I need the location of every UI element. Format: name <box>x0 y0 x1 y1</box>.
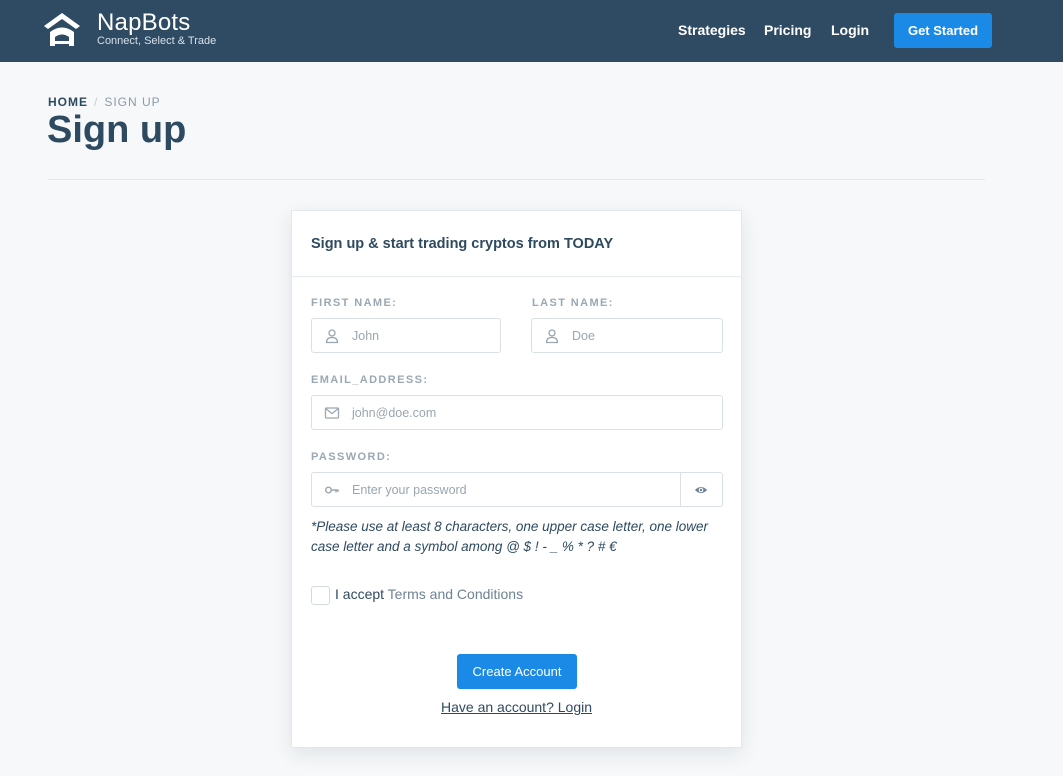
show-password-button[interactable] <box>680 472 723 507</box>
first-name-label: FIRST NAME: <box>311 297 398 309</box>
first-name-placeholder: John <box>352 329 380 343</box>
breadcrumb-current: SIGN UP <box>104 95 161 109</box>
password-hint: *Please use at least 8 characters, one u… <box>311 519 708 554</box>
nav-strategies[interactable]: Strategies <box>678 22 746 38</box>
user-icon <box>325 329 339 344</box>
nav-login[interactable]: Login <box>831 22 869 38</box>
last-name-label: LAST NAME: <box>532 297 614 309</box>
first-name-input[interactable]: John <box>311 318 501 353</box>
accept-terms-checkbox[interactable] <box>311 586 330 605</box>
signup-card: Sign up & start trading cryptos from TOD… <box>291 210 742 748</box>
divider <box>48 179 985 180</box>
page-title: Sign up <box>47 109 187 151</box>
card-title: Sign up & start trading cryptos from TOD… <box>311 236 614 252</box>
breadcrumb: HOME / SIGN UP <box>48 95 161 109</box>
envelope-icon <box>324 407 340 419</box>
eye-icon <box>694 486 708 494</box>
nav-pricing[interactable]: Pricing <box>764 22 811 38</box>
brand-tagline: Connect, Select & Trade <box>97 35 217 47</box>
key-icon <box>325 486 339 494</box>
top-navbar: NapBots Connect, Select & Trade Strategi… <box>0 0 1063 62</box>
logo-icon[interactable] <box>42 10 82 50</box>
breadcrumb-separator: / <box>94 95 99 109</box>
get-started-button[interactable]: Get Started <box>894 13 992 48</box>
email-placeholder: john@doe.com <box>352 406 437 420</box>
email-input[interactable]: john@doe.com <box>311 395 723 430</box>
accept-terms-text: I accept Terms and Conditions <box>335 586 523 602</box>
terms-link[interactable]: Terms and Conditions <box>388 586 523 602</box>
have-account-login-link[interactable]: Have an account? Login <box>292 699 741 715</box>
password-placeholder: Enter your password <box>352 483 467 497</box>
password-input[interactable]: Enter your password <box>311 472 681 507</box>
accept-prefix: I accept <box>335 586 385 602</box>
password-label: PASSWORD: <box>311 451 392 463</box>
last-name-input[interactable]: Doe <box>531 318 723 353</box>
email-label: EMAIL_ADDRESS: <box>311 374 429 386</box>
card-header: Sign up & start trading cryptos from TOD… <box>292 211 741 277</box>
breadcrumb-home[interactable]: HOME <box>48 95 88 109</box>
last-name-placeholder: Doe <box>572 329 595 343</box>
brand-name[interactable]: NapBots <box>97 9 190 37</box>
create-account-button[interactable]: Create Account <box>457 654 577 689</box>
user-icon <box>545 329 559 344</box>
